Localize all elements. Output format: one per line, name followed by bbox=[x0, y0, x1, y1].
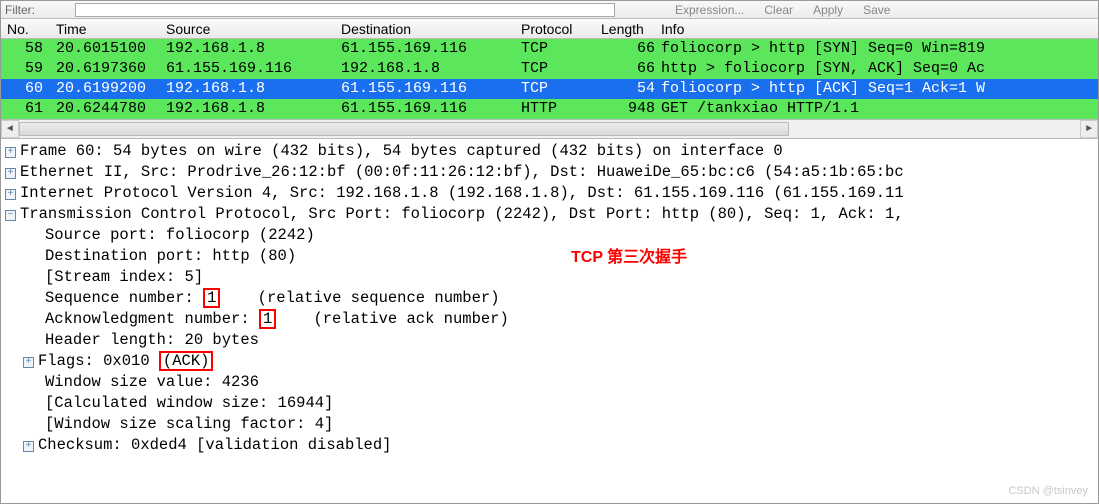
flags-highlight: (ACK) bbox=[159, 351, 214, 371]
scroll-left-icon[interactable]: ◄ bbox=[1, 120, 19, 138]
expand-icon[interactable]: + bbox=[5, 189, 16, 200]
packet-list-header: No. Time Source Destination Protocol Len… bbox=[1, 19, 1098, 39]
cell-no: 60 bbox=[1, 79, 56, 99]
cell-no: 59 bbox=[1, 59, 56, 79]
seq-highlight: 1 bbox=[203, 288, 220, 308]
col-no[interactable]: No. bbox=[1, 19, 56, 38]
cell-dst: 61.155.169.116 bbox=[341, 39, 521, 59]
cell-proto: HTTP bbox=[521, 99, 601, 119]
filter-toolbar: Filter: Expression... Clear Apply Save bbox=[1, 1, 1098, 19]
packet-row[interactable]: 5920.619736061.155.169.116192.168.1.8TCP… bbox=[1, 59, 1098, 79]
expand-icon[interactable]: + bbox=[23, 357, 34, 368]
packet-details[interactable]: +Frame 60: 54 bytes on wire (432 bits), … bbox=[1, 139, 1098, 456]
apply-button[interactable]: Apply bbox=[813, 3, 843, 17]
cell-src: 192.168.1.8 bbox=[166, 39, 341, 59]
tree-ip[interactable]: +Internet Protocol Version 4, Src: 192.1… bbox=[5, 183, 1094, 204]
save-button[interactable]: Save bbox=[863, 3, 890, 17]
cell-dst: 61.155.169.116 bbox=[341, 79, 521, 99]
col-proto[interactable]: Protocol bbox=[521, 19, 601, 38]
cell-info: GET /tankxiao HTTP/1.1 bbox=[661, 99, 1098, 119]
cell-time: 20.6197360 bbox=[56, 59, 166, 79]
tcp-srcport[interactable]: Source port: foliocorp (2242) bbox=[5, 225, 1094, 246]
cell-info: foliocorp > http [SYN] Seq=0 Win=819 bbox=[661, 39, 1098, 59]
col-time[interactable]: Time bbox=[56, 19, 166, 38]
horizontal-scrollbar[interactable]: ◄ ► bbox=[1, 119, 1098, 139]
tcp-flags[interactable]: +Flags: 0x010 (ACK) bbox=[5, 351, 1094, 372]
cell-dst: 192.168.1.8 bbox=[341, 59, 521, 79]
cell-time: 20.6244780 bbox=[56, 99, 166, 119]
cell-src: 192.168.1.8 bbox=[166, 79, 341, 99]
cell-len: 66 bbox=[601, 39, 661, 59]
cell-proto: TCP bbox=[521, 39, 601, 59]
col-src[interactable]: Source bbox=[166, 19, 341, 38]
tcp-hdrlen[interactable]: Header length: 20 bytes bbox=[5, 330, 1094, 351]
collapse-icon[interactable]: − bbox=[5, 210, 16, 221]
scroll-track[interactable] bbox=[19, 120, 1080, 138]
cell-info: foliocorp > http [ACK] Seq=1 Ack=1 W bbox=[661, 79, 1098, 99]
cell-src: 61.155.169.116 bbox=[166, 59, 341, 79]
col-info[interactable]: Info bbox=[661, 19, 1098, 38]
tree-tcp[interactable]: −Transmission Control Protocol, Src Port… bbox=[5, 204, 1094, 225]
tcp-ack[interactable]: Acknowledgment number: 1 (relative ack n… bbox=[5, 309, 1094, 330]
cell-proto: TCP bbox=[521, 59, 601, 79]
annotation-text: TCP 第三次握手 bbox=[571, 247, 687, 268]
cell-no: 58 bbox=[1, 39, 56, 59]
tree-ethernet[interactable]: +Ethernet II, Src: Prodrive_26:12:bf (00… bbox=[5, 162, 1094, 183]
cell-info: http > foliocorp [SYN, ACK] Seq=0 Ac bbox=[661, 59, 1098, 79]
filter-label: Filter: bbox=[5, 3, 35, 17]
tree-frame[interactable]: +Frame 60: 54 bytes on wire (432 bits), … bbox=[5, 141, 1094, 162]
tcp-winscale[interactable]: [Window size scaling factor: 4] bbox=[5, 414, 1094, 435]
cell-len: 66 bbox=[601, 59, 661, 79]
expand-icon[interactable]: + bbox=[23, 441, 34, 452]
packet-row[interactable]: 6020.6199200192.168.1.861.155.169.116TCP… bbox=[1, 79, 1098, 99]
scroll-thumb[interactable] bbox=[19, 122, 789, 136]
cell-no: 61 bbox=[1, 99, 56, 119]
tcp-winsize[interactable]: Window size value: 4236 bbox=[5, 372, 1094, 393]
cell-len: 948 bbox=[601, 99, 661, 119]
filter-input[interactable] bbox=[75, 3, 615, 17]
packet-row[interactable]: 6120.6244780192.168.1.861.155.169.116HTT… bbox=[1, 99, 1098, 119]
packet-list[interactable]: No. Time Source Destination Protocol Len… bbox=[1, 19, 1098, 119]
expand-icon[interactable]: + bbox=[5, 147, 16, 158]
cell-proto: TCP bbox=[521, 79, 601, 99]
tcp-stream[interactable]: [Stream index: 5] bbox=[5, 267, 1094, 288]
tcp-dstport[interactable]: Destination port: http (80) bbox=[5, 246, 1094, 267]
cell-src: 192.168.1.8 bbox=[166, 99, 341, 119]
cell-time: 20.6015100 bbox=[56, 39, 166, 59]
expression-button[interactable]: Expression... bbox=[675, 3, 744, 17]
col-dst[interactable]: Destination bbox=[341, 19, 521, 38]
cell-dst: 61.155.169.116 bbox=[341, 99, 521, 119]
cell-len: 54 bbox=[601, 79, 661, 99]
packet-row[interactable]: 5820.6015100192.168.1.861.155.169.116TCP… bbox=[1, 39, 1098, 59]
expand-icon[interactable]: + bbox=[5, 168, 16, 179]
cell-time: 20.6199200 bbox=[56, 79, 166, 99]
tcp-checksum[interactable]: +Checksum: 0xded4 [validation disabled] bbox=[5, 435, 1094, 456]
watermark: CSDN @tsinvey bbox=[1008, 485, 1088, 497]
scroll-right-icon[interactable]: ► bbox=[1080, 120, 1098, 138]
tcp-calcwin[interactable]: [Calculated window size: 16944] bbox=[5, 393, 1094, 414]
col-len[interactable]: Length bbox=[601, 19, 661, 38]
tcp-seq[interactable]: Sequence number: 1 (relative sequence nu… bbox=[5, 288, 1094, 309]
clear-button[interactable]: Clear bbox=[764, 3, 793, 17]
ack-highlight: 1 bbox=[259, 309, 276, 329]
